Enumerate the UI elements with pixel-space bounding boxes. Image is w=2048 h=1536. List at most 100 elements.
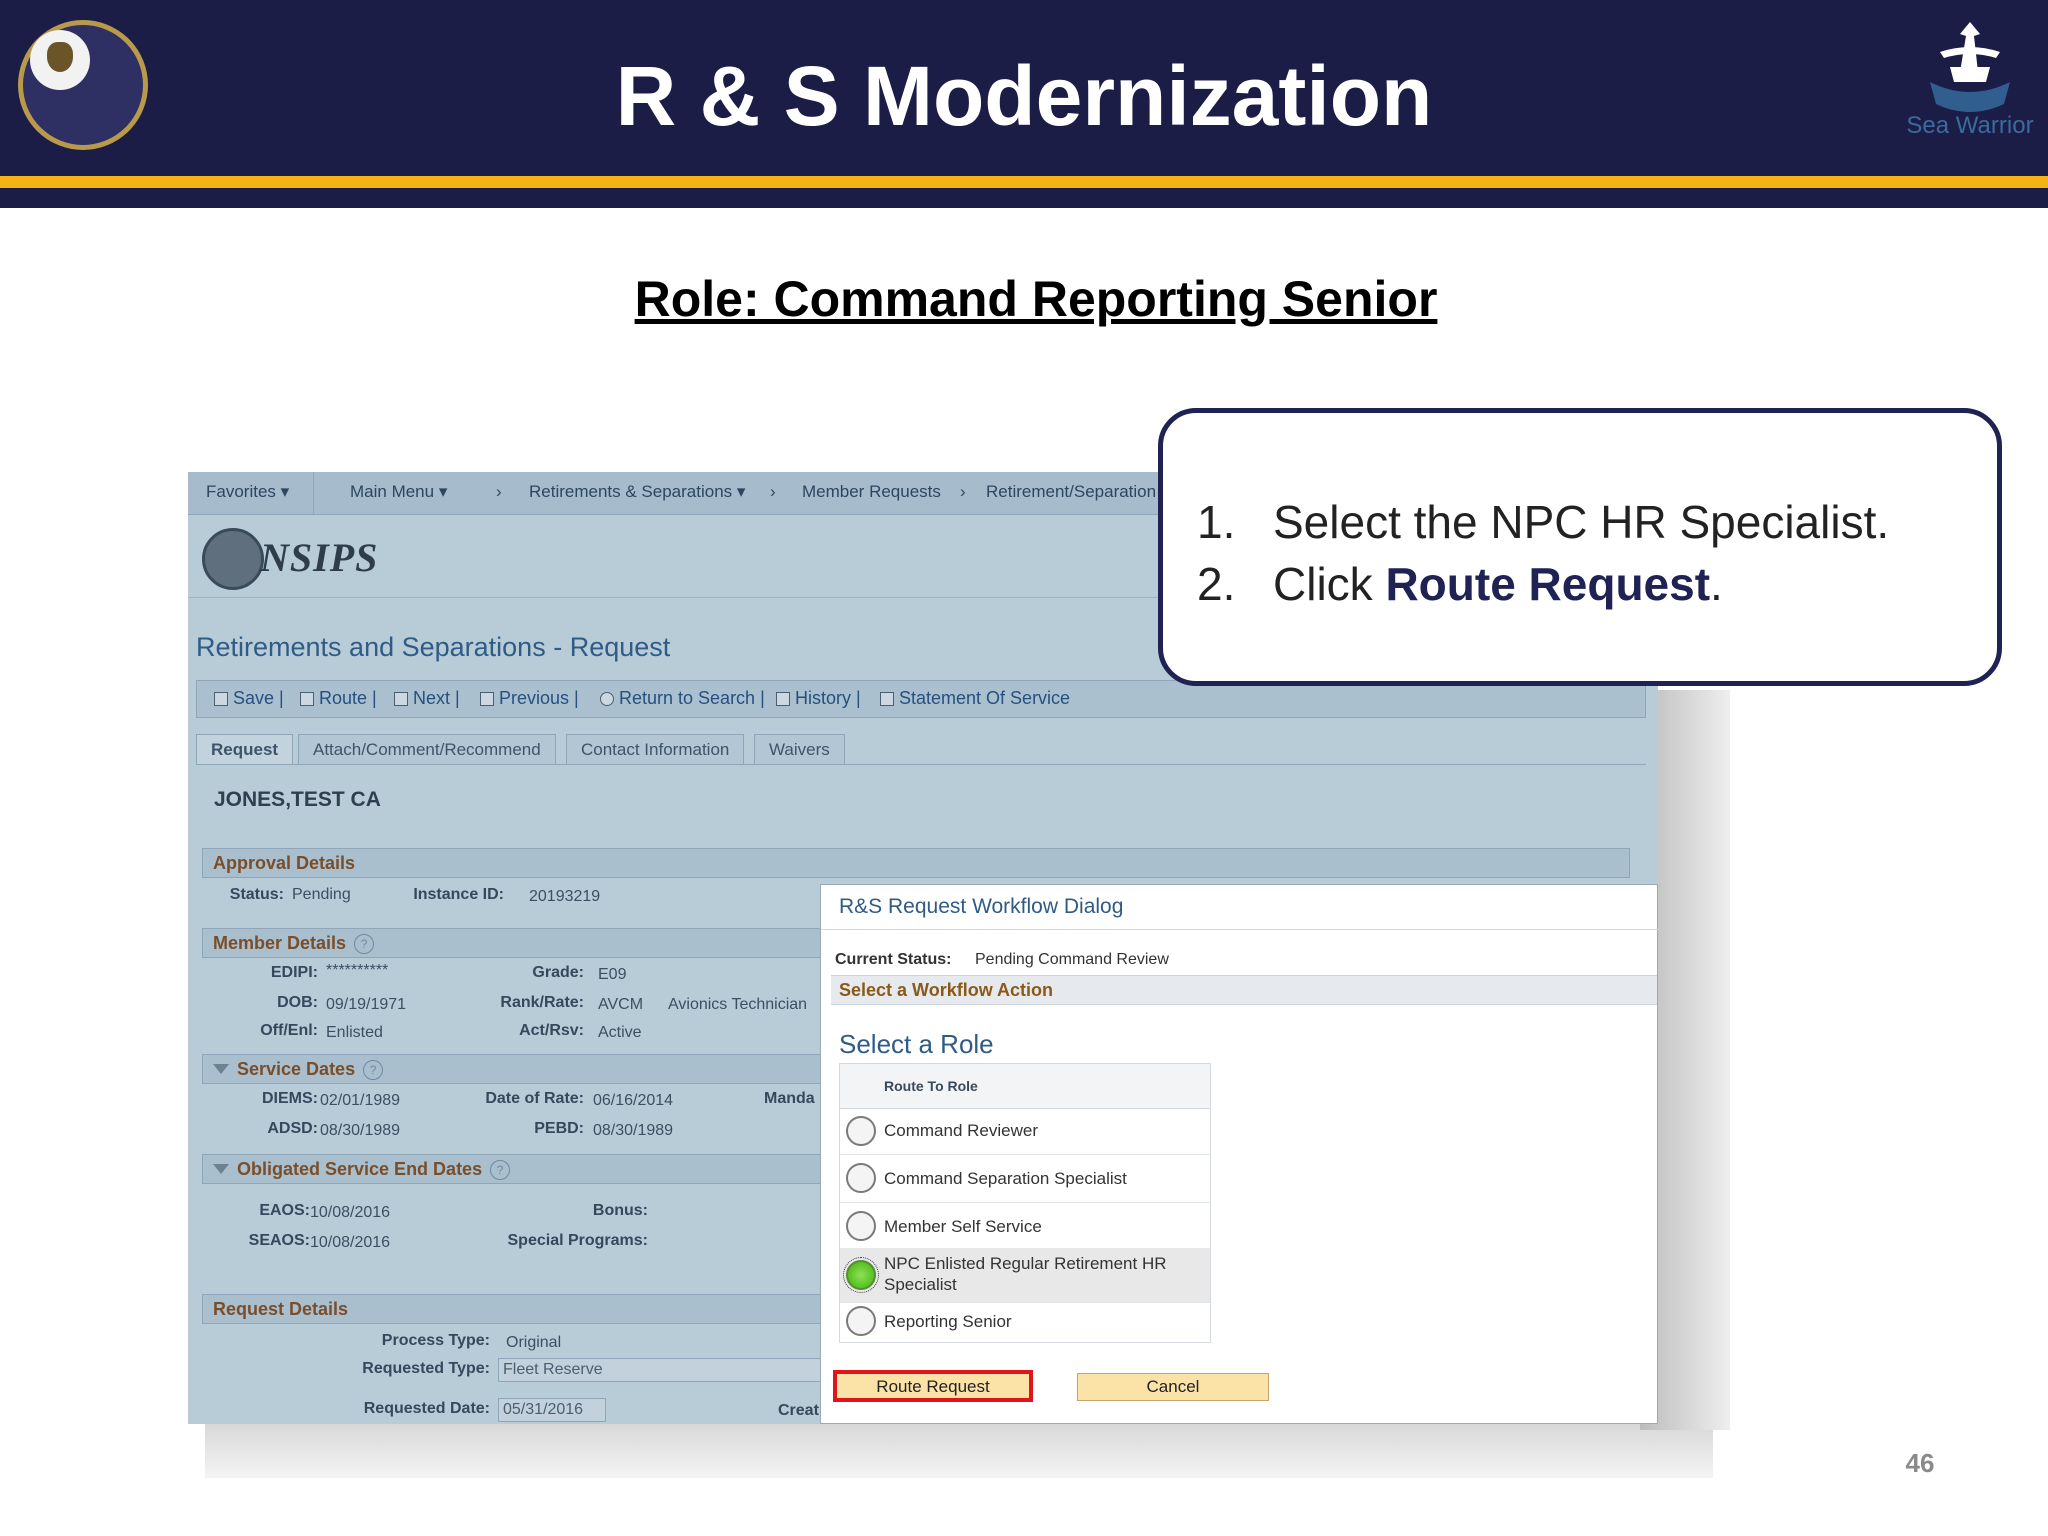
help-icon[interactable]: ? <box>354 934 375 954</box>
select-role-title: Select a Role <box>839 1029 994 1059</box>
help-icon[interactable]: ? <box>490 1160 511 1180</box>
nav-chevron-icon: › <box>496 482 502 501</box>
screenshot-shadow-bottom <box>205 1418 1713 1478</box>
requested-date-label: Requested Date: <box>363 1400 490 1417</box>
save-button[interactable]: Save | <box>214 688 284 709</box>
seaos-label: SEAOS: <box>248 1232 310 1249</box>
service-dates-header[interactable]: Service Dates? <box>202 1054 842 1084</box>
save-icon <box>214 692 228 706</box>
process-type-value: Original <box>506 1334 562 1351</box>
bonus-label: Bonus: <box>592 1202 648 1219</box>
sea-warrior-text: Sea Warrior <box>1906 112 2034 139</box>
instruction-callout: 1. Select the NPC HR Specialist. 2. Clic… <box>1158 408 2002 686</box>
role-label: Command Reviewer <box>884 1121 1038 1140</box>
role-radio[interactable] <box>846 1116 876 1146</box>
instance-id-label: Instance ID: <box>413 886 504 903</box>
role-label: Member Self Service <box>884 1217 1042 1236</box>
approval-details-header: Approval Details <box>202 848 1630 878</box>
pebd-value: 08/30/1989 <box>593 1122 674 1139</box>
off-enl-label: Off/Enl: <box>260 1022 318 1039</box>
search-icon <box>600 692 614 706</box>
tab-contact-information[interactable]: Contact Information <box>566 734 745 764</box>
header-bottom-stripe <box>0 188 2048 208</box>
statement-of-service-button[interactable]: Statement Of Service <box>880 688 1070 709</box>
role-row[interactable]: Command Separation Specialist <box>840 1154 1210 1203</box>
tab-request[interactable]: Request <box>196 734 294 764</box>
route-button[interactable]: Route | <box>300 688 377 709</box>
role-row[interactable]: Reporting Senior <box>840 1302 1210 1342</box>
role-row[interactable]: Command Reviewer <box>840 1108 1210 1155</box>
previous-button[interactable]: Previous | <box>480 688 579 709</box>
step-2: 2. Click Route Request. <box>1163 557 1993 613</box>
eaos-value: 10/08/2016 <box>310 1204 391 1221</box>
next-button[interactable]: Next | <box>394 688 460 709</box>
step-1: 1. Select the NPC HR Specialist. <box>1163 495 1993 551</box>
nav-favorites[interactable]: Favorites ▾ <box>206 482 289 502</box>
nav-retirement-separation[interactable]: Retirement/Separation <box>986 482 1156 502</box>
date-of-rate-value: 06/16/2014 <box>593 1092 674 1109</box>
edipi-label: EDIPI: <box>270 964 318 981</box>
role-radio[interactable] <box>846 1163 876 1193</box>
nav-retirements-separations[interactable]: Retirements & Separations ▾ <box>529 482 745 502</box>
rank-rate-value: AVCM <box>598 996 644 1013</box>
previous-icon <box>480 692 494 706</box>
nsips-badge-icon <box>202 528 264 590</box>
status-label: Status: <box>229 886 284 903</box>
edipi-value: ********** <box>326 962 389 979</box>
act-rsv-value: Active <box>598 1024 642 1041</box>
status-value: Pending <box>292 886 351 903</box>
next-icon <box>394 692 408 706</box>
dialog-title: R&S Request Workflow Dialog <box>839 895 1124 918</box>
rank-description: Avionics Technician <box>668 996 808 1013</box>
instance-id-value: 20193219 <box>529 888 601 905</box>
role-grid: Route To Role Command Reviewer Command S… <box>839 1063 1211 1343</box>
collapse-triangle-icon <box>213 1064 229 1074</box>
nav-member-requests[interactable]: Member Requests <box>802 482 941 502</box>
slide-title: R & S Modernization <box>615 49 1433 143</box>
cancel-button[interactable]: Cancel <box>1077 1373 1269 1401</box>
grade-value: E09 <box>598 966 627 983</box>
date-of-rate-label: Date of Rate: <box>485 1090 584 1107</box>
nav-divider <box>313 472 314 514</box>
route-request-button[interactable]: Route Request <box>833 1370 1033 1402</box>
role-radio[interactable] <box>846 1306 876 1336</box>
eaos-label: EAOS: <box>259 1202 310 1219</box>
nav-chevron-icon: › <box>960 482 966 501</box>
process-type-label: Process Type: <box>381 1332 490 1349</box>
requested-date-field[interactable]: 05/31/2016 <box>498 1398 606 1422</box>
collapse-triangle-icon <box>213 1164 229 1174</box>
route-icon <box>300 692 314 706</box>
dialog-title-divider <box>821 929 1659 930</box>
step-1-number: 1. <box>1197 496 1236 548</box>
off-enl-value: Enlisted <box>326 1024 383 1041</box>
member-name: JONES,TEST CA <box>214 788 381 811</box>
help-icon[interactable]: ? <box>363 1060 384 1080</box>
tab-attach-comment-recommend[interactable]: Attach/Comment/Recommend <box>298 734 556 764</box>
role-radio-selected[interactable] <box>843 1257 879 1293</box>
history-button[interactable]: History | <box>776 688 861 709</box>
role-label: Reporting Senior <box>884 1312 1012 1331</box>
tab-waivers[interactable]: Waivers <box>754 734 845 764</box>
page-title: Retirements and Separations - Request <box>196 632 671 662</box>
act-rsv-label: Act/Rsv: <box>519 1022 584 1039</box>
role-radio[interactable] <box>846 1211 876 1241</box>
step-2-number: 2. <box>1197 558 1236 610</box>
step-2-text: Click Route Request. <box>1273 558 1723 610</box>
obligated-service-header[interactable]: Obligated Service End Dates? <box>202 1154 842 1184</box>
rank-rate-label: Rank/Rate: <box>500 994 584 1011</box>
role-row[interactable]: Member Self Service <box>840 1202 1210 1249</box>
page-number: 46 <box>1905 1448 1935 1478</box>
return-to-search-button[interactable]: Return to Search | <box>600 688 765 709</box>
nav-main-menu[interactable]: Main Menu ▾ <box>350 482 447 502</box>
dob-value: 09/19/1971 <box>326 996 407 1013</box>
grade-label: Grade: <box>532 964 584 981</box>
diems-value: 02/01/1989 <box>320 1092 401 1109</box>
workflow-action-header: Select a Workflow Action <box>831 975 1657 1005</box>
role-row-selected[interactable]: NPC Enlisted Regular Retirement HR Speci… <box>840 1248 1210 1303</box>
request-details-header: Request Details <box>202 1294 842 1324</box>
header-gold-stripe <box>0 176 2048 188</box>
requested-type-label: Requested Type: <box>362 1360 490 1377</box>
step-2-emphasis: Route Request <box>1385 558 1711 610</box>
requested-type-field[interactable]: Fleet Reserve <box>498 1358 828 1382</box>
current-status-label: Current Status: <box>835 951 952 968</box>
